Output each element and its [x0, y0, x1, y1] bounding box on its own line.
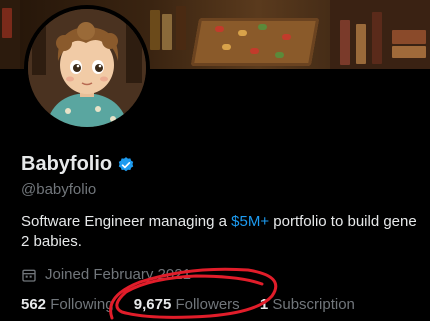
banner-book	[372, 12, 382, 64]
followers-count: 9,675	[133, 296, 172, 313]
joined-text: Joined February 2021	[45, 266, 191, 283]
banner-piece	[238, 30, 247, 36]
banner-piece	[282, 34, 291, 40]
calendar-icon	[22, 269, 36, 282]
followers-link[interactable]: 9,675 Followers	[134, 296, 240, 313]
following-count: 562	[21, 296, 47, 313]
banner-piece	[275, 52, 284, 58]
bio-text: Software Engineer managing a	[21, 213, 232, 230]
avatar[interactable]	[24, 5, 150, 131]
subscriptions-label: Subscription	[272, 296, 355, 313]
banner-book	[392, 30, 426, 44]
bio-link[interactable]: $5M+	[231, 213, 269, 230]
banner-book	[176, 6, 186, 50]
joined-date: Joined February 2021	[21, 266, 191, 283]
bio-line-1: Software Engineer managing a $5M+ portfo…	[21, 212, 430, 232]
banner-piece	[258, 24, 267, 30]
banner-piece	[222, 44, 231, 50]
profile-name: Babyfolio	[21, 153, 113, 175]
banner-book	[150, 10, 160, 50]
banner-book	[356, 24, 366, 64]
verified-badge-icon[interactable]	[117, 156, 135, 174]
banner-book	[392, 46, 426, 58]
banner-piece	[215, 26, 224, 32]
banner-book	[2, 8, 12, 38]
bio-text: portfolio to build gene	[269, 213, 417, 230]
profile-stats: 562 Following 9,675 Followers 1 Subscrip…	[21, 296, 371, 313]
banner-book	[340, 20, 350, 65]
profile-name-row: Babyfolio	[21, 153, 135, 176]
following-link[interactable]: 562 Following	[21, 296, 114, 313]
followers-label: Followers	[175, 296, 240, 313]
banner-piece	[250, 48, 259, 54]
avatar-illustration	[28, 9, 146, 127]
subscriptions-link[interactable]: 1 Subscription	[260, 296, 355, 313]
banner-game-board	[190, 18, 320, 66]
profile-handle: @babyfolio	[21, 181, 97, 198]
subscriptions-count: 1	[259, 296, 269, 313]
banner-book	[162, 14, 172, 50]
bio-line-2: 2 babies.	[21, 233, 82, 250]
following-label: Following	[50, 296, 114, 313]
profile-bio: Software Engineer managing a $5M+ portfo…	[21, 212, 430, 252]
